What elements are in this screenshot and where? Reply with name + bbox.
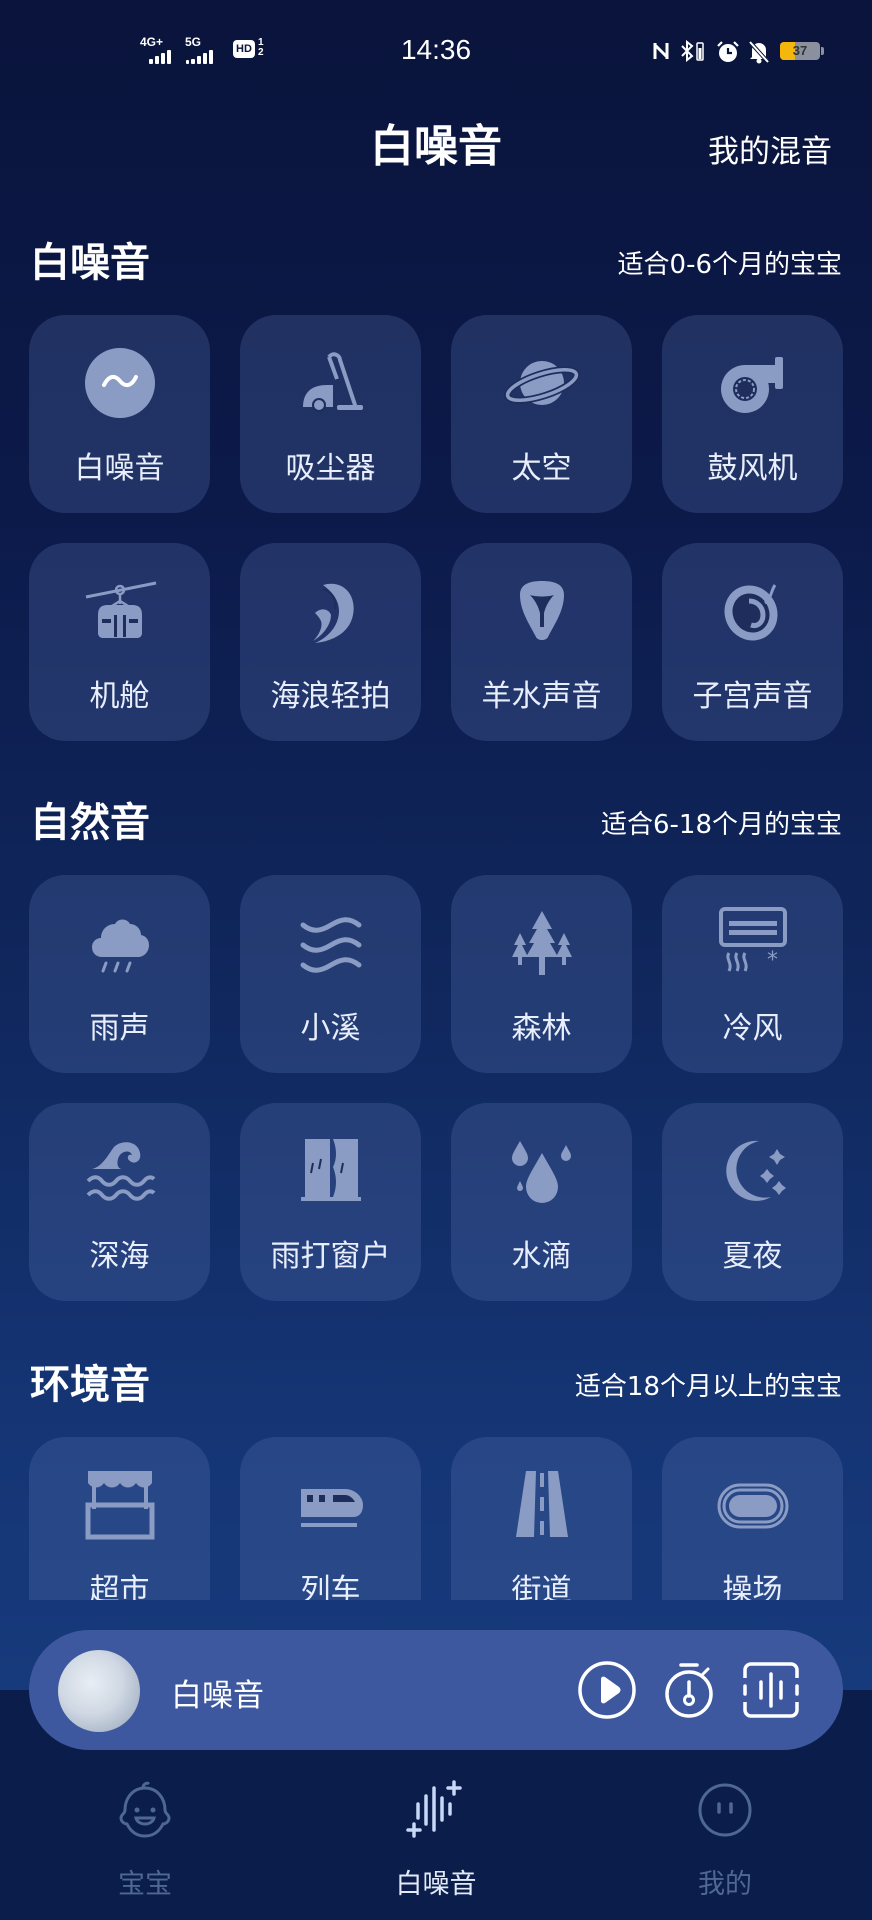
sound-label: 列车 [300,1573,361,1600]
sound-card-blower[interactable]: 鼓风机 [662,315,843,513]
air-conditioner-icon: * [715,905,791,981]
sound-card-cabin[interactable]: 机舱 [29,543,210,741]
play-icon [578,1661,636,1719]
sound-card-stream[interactable]: 小溪 [240,875,421,1073]
sound-label: 机舱 [89,679,150,714]
sound-label: 超市 [89,1573,150,1600]
baby-face-icon [115,1780,175,1840]
battery-indicator: 37 [780,42,820,60]
road-icon [504,1467,580,1543]
profile-face-icon [695,1780,755,1840]
section-title: 自然音 [30,800,150,846]
tab-label: 白噪音 [395,1869,477,1900]
sound-label: 深海 [89,1239,150,1274]
sound-card-water-drop[interactable]: 水滴 [451,1103,632,1301]
fetus-icon [715,573,791,649]
sound-bars-icon [743,1662,799,1718]
sound-card-rain[interactable]: 雨声 [29,875,210,1073]
mute-bell-icon [748,40,770,67]
window-icon [293,1133,369,1209]
sound-card-deep-sea[interactable]: 深海 [29,1103,210,1301]
sound-card-waves[interactable]: 海浪轻拍 [240,543,421,741]
section-subtitle: 适合6-18个月的宝宝 [600,810,842,840]
svg-text:*: * [767,948,778,973]
sound-label: 雨声 [89,1011,150,1046]
section-subtitle: 适合0-6个月的宝宝 [617,250,842,280]
forest-icon [504,905,580,981]
status-bar: 4G+ 5G HD 12 14:36 37 [0,30,872,74]
sound-label: 子宫声音 [692,679,813,714]
blower-icon [715,345,791,421]
wave-icon [293,573,369,649]
cable-car-icon [82,573,158,649]
sound-list-scroll[interactable]: 白噪音 适合0-6个月的宝宝 白噪音 吸尘器 太空 鼓风机 机舱 海浪轻拍 羊水… [0,230,872,1600]
sound-label: 操场 [722,1573,783,1600]
bluetooth-icon [680,39,694,65]
sound-card-playground[interactable]: 操场 [662,1437,843,1600]
sound-label: 街道 [511,1573,572,1600]
battery-tip [821,47,824,55]
tab-label: 我的 [698,1869,752,1900]
sound-label: 水滴 [511,1239,572,1274]
battery-percent: 37 [792,43,808,58]
sound-label: 小溪 [300,1011,361,1046]
sound-card-rain-window[interactable]: 雨打窗户 [240,1103,421,1301]
water-drop-icon [504,1133,580,1209]
tab-baby[interactable]: 宝宝 [65,1780,225,1901]
sound-card-white-noise[interactable]: 白噪音 [29,315,210,513]
sound-label: 白噪音 [74,451,165,486]
now-playing-title: 白噪音 [171,1678,264,1714]
play-button[interactable] [577,1660,637,1720]
vacuum-cleaner-icon [293,345,369,421]
sound-label: 海浪轻拍 [270,679,391,714]
sound-card-cold-wind[interactable]: * 冷风 [662,875,843,1073]
now-playing-cover [58,1650,140,1732]
sound-card-amniotic[interactable]: 羊水声音 [451,543,632,741]
train-icon [293,1467,369,1543]
sound-label: 鼓风机 [707,451,798,486]
sound-card-summer-night[interactable]: 夏夜 [662,1103,843,1301]
tab-mine[interactable]: 我的 [645,1780,805,1901]
track-icon [715,1467,791,1543]
sound-card-vacuum[interactable]: 吸尘器 [240,315,421,513]
deep-sea-icon [82,1133,158,1209]
tab-label: 宝宝 [118,1869,172,1900]
sound-label: 太空 [511,451,572,486]
sound-card-train[interactable]: 列车 [240,1437,421,1600]
sound-label: 雨打窗户 [270,1239,391,1274]
section-title: 白噪音 [30,240,150,286]
mini-player[interactable]: 白噪音 [29,1630,843,1750]
sound-label: 森林 [511,1011,572,1046]
sound-label: 吸尘器 [285,451,376,486]
nfc-icon [652,40,670,65]
sleep-timer-button[interactable] [659,1660,719,1720]
sound-card-space[interactable]: 太空 [451,315,632,513]
small-battery-icon [696,40,704,65]
rain-cloud-icon [82,905,158,981]
sound-card-forest[interactable]: 森林 [451,875,632,1073]
my-mix-link[interactable]: 我的混音 [708,126,832,171]
section-title: 环境音 [30,1362,150,1408]
section-subtitle: 适合18个月以上的宝宝 [574,1372,842,1402]
moon-stars-icon [715,1133,791,1209]
timer-icon [665,1663,713,1718]
sound-label: 夏夜 [722,1239,783,1274]
sound-sparkle-icon [406,1780,466,1840]
sound-label: 羊水声音 [481,679,602,714]
clock: 14:36 [400,34,472,65]
sound-card-supermarket[interactable]: 超市 [29,1437,210,1600]
stream-icon [293,905,369,981]
tab-white-noise[interactable]: 白噪音 [356,1780,516,1901]
sound-mixer-button[interactable] [741,1660,801,1720]
sound-card-street[interactable]: 街道 [451,1437,632,1600]
sine-wave-icon [82,345,158,421]
planet-icon [503,345,580,421]
sound-label: 冷风 [722,1011,783,1046]
alarm-icon [716,40,740,67]
sound-card-womb[interactable]: 子宫声音 [662,543,843,741]
uterus-icon [504,573,580,649]
market-stall-icon [82,1467,158,1543]
